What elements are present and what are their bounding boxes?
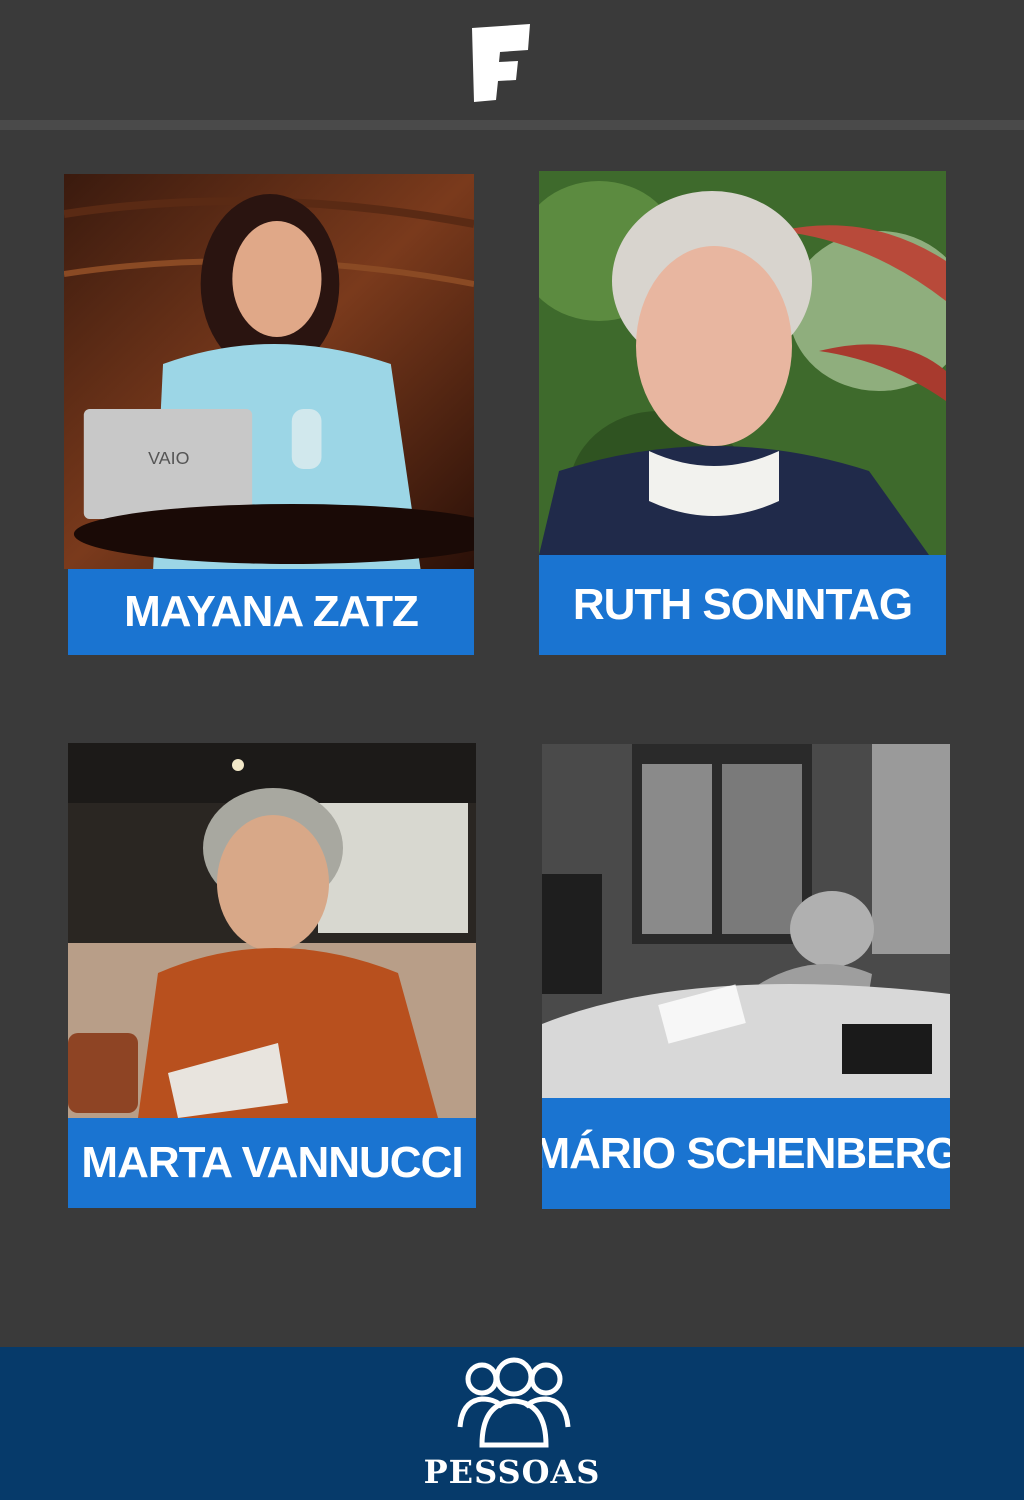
person-card-mario-schenberg[interactable]: MÁRIO SCHENBERG <box>542 744 950 1209</box>
nav-label: PESSOAS <box>423 1453 601 1491</box>
person-card-marta-vannucci[interactable]: MARTA VANNUCCI <box>68 743 476 1208</box>
person-card-ruth-sonntag[interactable]: RUTH SONNTAG <box>539 171 946 655</box>
people-icon <box>457 1357 571 1448</box>
bottom-navigation-bar: PESSOAS <box>0 1347 1024 1500</box>
person-photo: VAIO <box>64 174 474 569</box>
app-header <box>0 0 1024 120</box>
svg-text:VAIO: VAIO <box>148 448 189 468</box>
header-divider <box>0 120 1024 130</box>
person-photo <box>539 171 946 555</box>
person-name: MARTA VANNUCCI <box>68 1118 476 1208</box>
person-card-mayana-zatz[interactable]: VAIO MAYANA ZATZ <box>64 174 474 655</box>
nav-item-pessoas[interactable]: PESSOAS <box>412 1355 612 1495</box>
f-logo-icon[interactable] <box>466 22 536 104</box>
person-name: MAYANA ZATZ <box>68 569 474 655</box>
person-photo <box>542 744 950 1098</box>
person-photo <box>68 743 476 1118</box>
person-name: MÁRIO SCHENBERG <box>542 1098 950 1209</box>
person-name: RUTH SONNTAG <box>539 555 946 655</box>
